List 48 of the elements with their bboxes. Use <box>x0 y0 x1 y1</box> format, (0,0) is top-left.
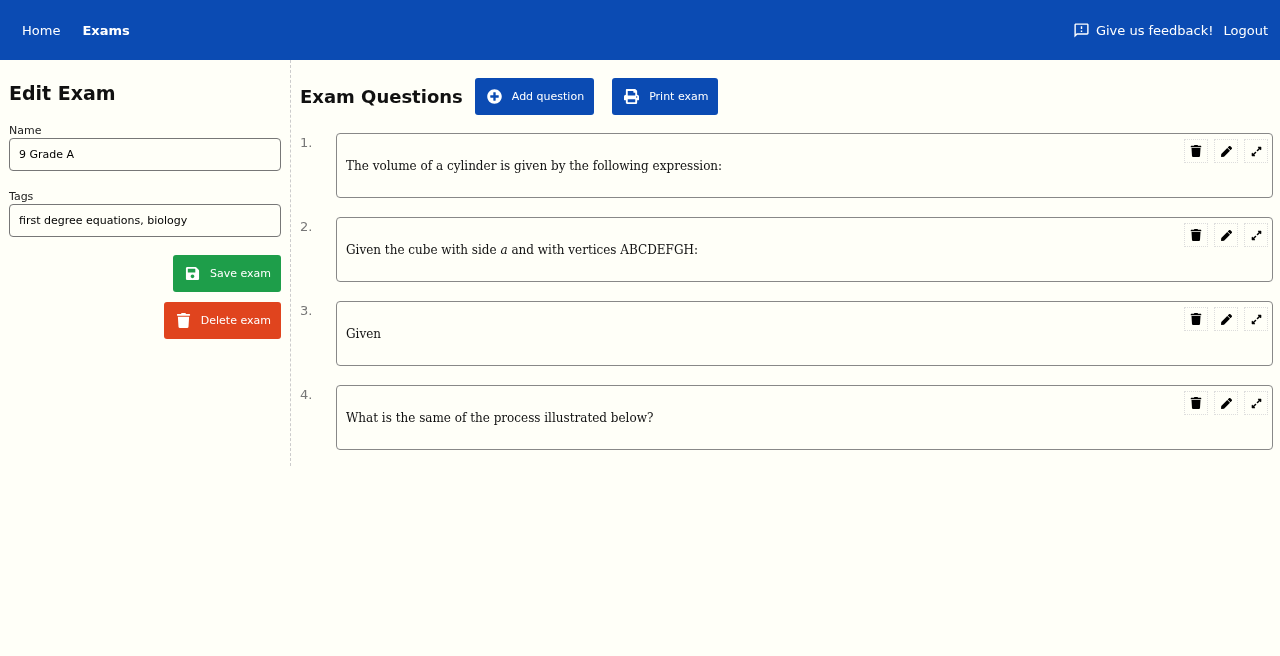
delete-button[interactable] <box>1184 391 1208 415</box>
expand-button[interactable] <box>1244 307 1268 331</box>
question-number: 3. <box>300 302 314 320</box>
edit-button[interactable] <box>1214 307 1238 331</box>
delete-button[interactable] <box>1184 307 1208 331</box>
text-field[interactable]: first degree equations, biology <box>9 204 281 237</box>
pencil-icon <box>1220 229 1232 241</box>
question-number: 1. <box>300 134 314 152</box>
field-label: Tags <box>9 190 35 203</box>
trash-icon <box>175 313 191 328</box>
text-field[interactable]: 9 Grade A <box>9 138 281 171</box>
expand-icon <box>1250 145 1262 157</box>
field-label: Name <box>9 124 43 137</box>
question-text: Given <box>346 326 382 341</box>
edit-button[interactable] <box>1214 391 1238 415</box>
delete-exam-button[interactable]: Delete exam <box>163 302 281 339</box>
logout-link[interactable]: Logout <box>1223 22 1268 38</box>
trash-icon <box>1190 397 1202 409</box>
question-number: 2. <box>300 218 314 236</box>
print-exam-button[interactable]: Print exam <box>612 78 719 115</box>
trash-icon <box>1190 145 1202 157</box>
expand-button[interactable] <box>1244 391 1268 415</box>
feedback-link[interactable]: Give us feedback! <box>1072 21 1214 39</box>
feedback-icon <box>1072 21 1090 39</box>
edit-button[interactable] <box>1214 139 1238 163</box>
expand-icon <box>1250 397 1262 409</box>
nav-link[interactable]: Exams <box>82 22 130 38</box>
add-question-button[interactable]: Add question <box>474 78 595 115</box>
trash-icon <box>1190 313 1202 325</box>
expand-icon <box>1250 313 1262 325</box>
expand-button[interactable] <box>1244 139 1268 163</box>
expand-button[interactable] <box>1244 223 1268 247</box>
pencil-icon <box>1220 313 1232 325</box>
trash-icon <box>1190 229 1202 241</box>
question-text: The volume of a cylinder is given by the following expression: <box>346 158 723 173</box>
pencil-icon <box>1220 145 1232 157</box>
delete-button[interactable] <box>1184 139 1208 163</box>
question-number: 4. <box>300 386 314 404</box>
pencil-icon <box>1220 397 1232 409</box>
edit-button[interactable] <box>1214 223 1238 247</box>
question-text: Given the cube with side a and with vertices ABCDEFGH: <box>346 242 699 257</box>
question-text: What is the same of the process illustrated below? <box>346 410 654 425</box>
section-title: Exam Questions <box>300 86 463 107</box>
sidebar-title: Edit Exam <box>9 82 117 104</box>
delete-button[interactable] <box>1184 223 1208 247</box>
printer-icon <box>624 89 640 104</box>
nav-link[interactable]: Home <box>22 22 61 38</box>
expand-icon <box>1250 229 1262 241</box>
